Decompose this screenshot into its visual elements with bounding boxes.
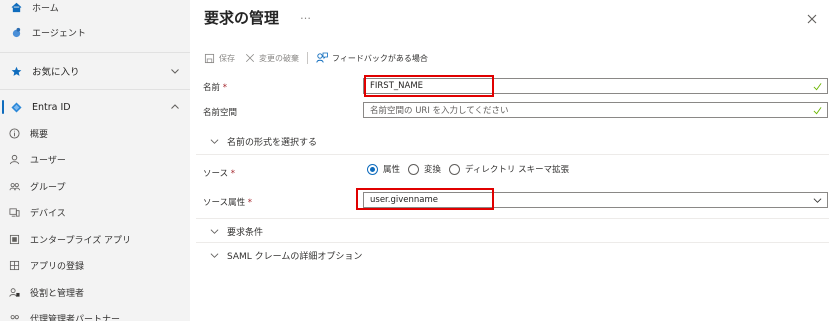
sidebar-item-roles-admins[interactable]: 役割と管理者 xyxy=(0,281,190,303)
app-registration-icon xyxy=(8,259,20,271)
source-radio-group: 属性 変換 ディレクトリ スキーマ拡張 xyxy=(367,163,577,175)
source-radio-directory-schema-extension[interactable]: ディレクトリ スキーマ拡張 xyxy=(449,163,569,175)
name-label: 名前 * xyxy=(203,83,227,93)
selection-indicator xyxy=(2,100,4,114)
sidebar-item-users[interactable]: ユーザー xyxy=(0,148,190,170)
entra-id-icon xyxy=(10,101,22,113)
chevron-down-icon xyxy=(210,139,219,144)
roles-admins-icon xyxy=(8,286,20,298)
section-divider xyxy=(196,218,829,219)
radio-icon xyxy=(449,163,461,175)
info-icon xyxy=(8,127,20,139)
section-divider xyxy=(196,242,829,243)
section-divider xyxy=(196,154,829,155)
name-format-section-toggle[interactable]: 名前の形式を選択する xyxy=(210,135,317,148)
sidebar-item-agent[interactable]: エージェント xyxy=(0,21,190,43)
close-icon[interactable] xyxy=(806,13,818,25)
chevron-up-icon[interactable] xyxy=(170,102,180,112)
sidebar-item-favorites[interactable]: お気に入り xyxy=(0,60,190,82)
sidebar-item-groups[interactable]: グループ xyxy=(0,175,190,197)
app-root: ホーム エージェント お気に入り Entra ID 概要 ユーザー グループ デ… xyxy=(0,0,829,321)
chevron-down-icon xyxy=(813,198,822,203)
sidebar-item-partners[interactable]: 代理管理者パートナー xyxy=(0,307,190,321)
source-radio-transform[interactable]: 変換 xyxy=(408,163,441,175)
save-icon xyxy=(204,53,215,63)
saml-advanced-options-section-toggle[interactable]: SAML クレームの詳細オプション xyxy=(210,249,362,262)
sidebar-divider xyxy=(0,52,190,53)
toolbar: 保存 変更の破棄 フィードバックがある場合 xyxy=(204,50,428,66)
sidebar: ホーム エージェント お気に入り Entra ID 概要 ユーザー グループ デ… xyxy=(0,0,190,321)
source-radio-attribute[interactable]: 属性 xyxy=(367,163,400,175)
sidebar-item-enterprise-apps[interactable]: エンタープライズ アプリ xyxy=(0,228,190,250)
sidebar-item-devices[interactable]: デバイス xyxy=(0,201,190,223)
source-attribute-label: ソース属性 * xyxy=(203,198,253,208)
radio-selected-icon xyxy=(367,163,378,175)
home-icon xyxy=(10,1,22,13)
namespace-label: 名前空間 xyxy=(203,108,238,118)
highlight-box xyxy=(356,188,494,210)
user-icon xyxy=(8,153,20,165)
sidebar-divider xyxy=(0,89,190,90)
check-icon xyxy=(813,83,822,91)
sidebar-item-entra-id[interactable]: Entra ID xyxy=(0,96,190,118)
sidebar-item-overview[interactable]: 概要 xyxy=(0,122,190,144)
namespace-input[interactable]: 名前空間の URI を入力してください xyxy=(363,102,828,118)
chevron-down-icon xyxy=(210,229,219,234)
agent-icon xyxy=(10,26,22,38)
partner-icon xyxy=(8,312,20,321)
save-button[interactable]: 保存 xyxy=(204,53,235,64)
sidebar-item-home[interactable]: ホーム xyxy=(0,0,190,18)
page-title: 要求の管理 xyxy=(204,9,280,27)
discard-changes-button[interactable]: 変更の破棄 xyxy=(245,53,299,64)
chevron-down-icon xyxy=(210,253,219,258)
claim-conditions-section-toggle[interactable]: 要求条件 xyxy=(210,225,263,238)
discard-icon xyxy=(245,53,255,63)
group-icon xyxy=(8,180,20,192)
source-label: ソース * xyxy=(203,169,236,179)
enterprise-app-icon xyxy=(8,233,20,245)
highlight-box xyxy=(364,75,494,97)
feedback-button[interactable]: フィードバックがある場合 xyxy=(316,52,428,64)
feedback-icon xyxy=(316,52,328,63)
device-icon xyxy=(8,206,20,218)
radio-icon xyxy=(408,163,420,175)
more-options-icon[interactable]: … xyxy=(300,9,312,22)
star-icon xyxy=(10,65,22,77)
check-icon xyxy=(813,107,822,115)
sidebar-item-app-registrations[interactable]: アプリの登録 xyxy=(0,254,190,276)
toolbar-divider xyxy=(307,52,308,64)
chevron-down-icon[interactable] xyxy=(170,66,180,76)
